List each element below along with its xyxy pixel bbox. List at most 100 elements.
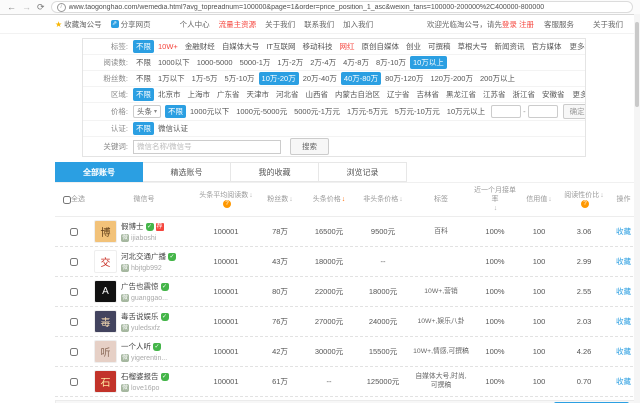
filter-option[interactable]: 2万-4万 [307,56,339,69]
filter-option[interactable]: 80万-120万 [382,72,426,85]
filter-option[interactable]: 可撰稿 [425,40,454,53]
filter-option[interactable]: 不限 [133,72,154,85]
register-link[interactable]: 注册 [519,20,534,29]
select-all-checkbox[interactable] [63,195,71,204]
price-max-input[interactable] [527,105,558,118]
row-checkbox[interactable] [70,378,78,387]
filter-option[interactable]: 山西省 [303,88,332,101]
topnav-link[interactable]: 客服服务 [544,19,574,30]
topnav-link[interactable]: 关于我们 [593,19,623,30]
tab-item[interactable]: 全部账号 [55,162,143,182]
account-cell[interactable]: 毒毒舌说娱乐 ✓ 微 yuledsxfz [93,310,195,334]
keyword-input[interactable] [133,139,281,154]
row-checkbox[interactable] [70,348,78,357]
filter-option[interactable]: 1000元以下 [187,105,232,118]
filter-option[interactable]: 不限 [133,88,154,101]
column-header[interactable]: 头条平均阅读数 ↓? [195,191,257,209]
topnav-item[interactable]: ⇗ 分享网页 [110,19,151,30]
topnav-item[interactable]: 流量主资源 [219,19,257,30]
filter-option[interactable]: 20万-40万 [300,72,340,85]
account-cell[interactable]: 交河北交通广播 ✓ 微 hbjtgb992 [93,250,195,274]
scrollbar-thumb[interactable] [635,22,639,107]
column-header[interactable]: 阅读性价比 ↓? [559,191,609,209]
filter-option[interactable]: 微信认证 [155,122,191,135]
price-min-input[interactable] [491,105,522,118]
topnav-item[interactable]: 关于我们 [265,19,295,30]
filter-option[interactable]: 网红 [336,40,357,53]
tab-item[interactable]: 精选账号 [143,162,231,182]
filter-option[interactable]: 10万以上 [409,56,447,69]
filter-option[interactable]: 1000元-5000元 [233,105,290,118]
filter-option[interactable]: 不限 [165,105,187,118]
filter-option[interactable]: 创业 [403,40,424,53]
filter-option[interactable]: 4万-8万 [340,56,372,69]
filter-option[interactable]: 1万元-5万元 [344,105,391,118]
filter-option[interactable]: 200万以上 [477,72,518,85]
filter-option[interactable]: 40万-80万 [340,72,382,85]
more-toggle[interactable]: 更多标签↓ [565,41,585,52]
column-header[interactable]: 信用值 ↓ [519,195,559,204]
filter-option[interactable]: 1万-5万 [189,72,221,85]
sort-icon[interactable]: ↓ [494,204,498,213]
filter-option[interactable]: 辽宁省 [384,88,413,101]
column-header[interactable]: 近一个月接单率 ↓ [471,186,519,213]
filter-option[interactable]: 10万-20万 [258,72,299,85]
row-checkbox[interactable] [70,318,78,327]
help-icon[interactable]: ? [581,200,589,209]
back-icon[interactable]: ← [7,2,16,12]
filter-option[interactable]: 广东省 [214,88,243,101]
column-header[interactable]: 头条价格 ↓ [303,195,355,204]
filter-option[interactable]: 1000-5000 [194,57,236,68]
topnav-item[interactable]: 加入我们 [343,19,373,30]
sort-icon[interactable]: ↓ [289,195,293,204]
filter-option[interactable]: 1万-2万 [274,56,306,69]
filter-option[interactable]: 5000元-1万元 [291,105,343,118]
filter-option[interactable]: 5万-10万 [222,72,258,85]
topnav-item[interactable]: 个人中心 [180,19,210,30]
favorite-link[interactable]: 收藏 [616,287,631,296]
sort-icon[interactable]: ↓ [342,195,346,204]
filter-option[interactable]: 草根大号 [454,40,490,53]
filter-option[interactable]: 河北省 [273,88,302,101]
filter-option[interactable]: IT互联网 [263,40,298,53]
more-toggle[interactable]: 更多区域↓ [569,89,586,100]
price-type-select[interactable]: 头条 ▾ [133,105,162,118]
filter-option[interactable]: 不限 [133,56,154,69]
filter-option[interactable]: 江苏省 [480,88,509,101]
filter-option[interactable]: 浙江省 [510,88,539,101]
favorite-link[interactable]: 收藏 [616,227,631,236]
login-link[interactable]: 登录 [502,20,517,29]
scrollbar[interactable] [634,14,640,403]
tab-item[interactable]: 浏览记录 [319,162,407,182]
filter-option[interactable]: 官方媒体 [528,40,564,53]
filter-option[interactable]: 120万-200万 [427,72,476,85]
forward-icon[interactable]: → [22,2,31,12]
filter-option[interactable]: 新闻资讯 [491,40,527,53]
filter-option[interactable]: 8万-10万 [373,56,409,69]
column-header[interactable]: 非头条价格 ↓ [355,195,411,204]
filter-option[interactable]: 不限 [133,122,154,135]
filter-option[interactable]: 安徽省 [539,88,568,101]
favorite-link[interactable]: 收藏 [616,257,631,266]
row-checkbox[interactable] [70,228,78,237]
filter-option[interactable]: 黑龙江省 [443,88,479,101]
help-icon[interactable]: ? [223,200,231,209]
favorite-link[interactable]: 收藏 [616,347,631,356]
row-checkbox[interactable] [70,288,78,297]
filter-option[interactable]: 原创自媒体 [358,40,402,53]
row-checkbox[interactable] [70,258,78,267]
account-cell[interactable]: 听一个人听 ✓ 微 yigerentin... [93,340,195,364]
sort-icon[interactable]: ↓ [600,191,604,200]
filter-option[interactable]: 北京市 [155,88,184,101]
filter-option[interactable]: 移动科技 [299,40,335,53]
topnav-item[interactable]: 联系我们 [304,19,334,30]
filter-option[interactable]: 自媒体大号 [219,40,263,53]
price-confirm-button[interactable]: 确定 [562,104,585,119]
filter-option[interactable]: 金融财经 [182,40,218,53]
sort-icon[interactable]: ↓ [399,195,403,204]
account-cell[interactable]: A 广告也震惊 ✓ 微 guanggao... [93,280,195,304]
address-bar[interactable]: i www.taogonghao.com/wemedia.html?avg_to… [50,1,633,13]
info-icon[interactable]: i [56,2,66,12]
sort-icon[interactable]: ↓ [249,191,253,200]
filter-option[interactable]: 5万元-10万元 [392,105,443,118]
